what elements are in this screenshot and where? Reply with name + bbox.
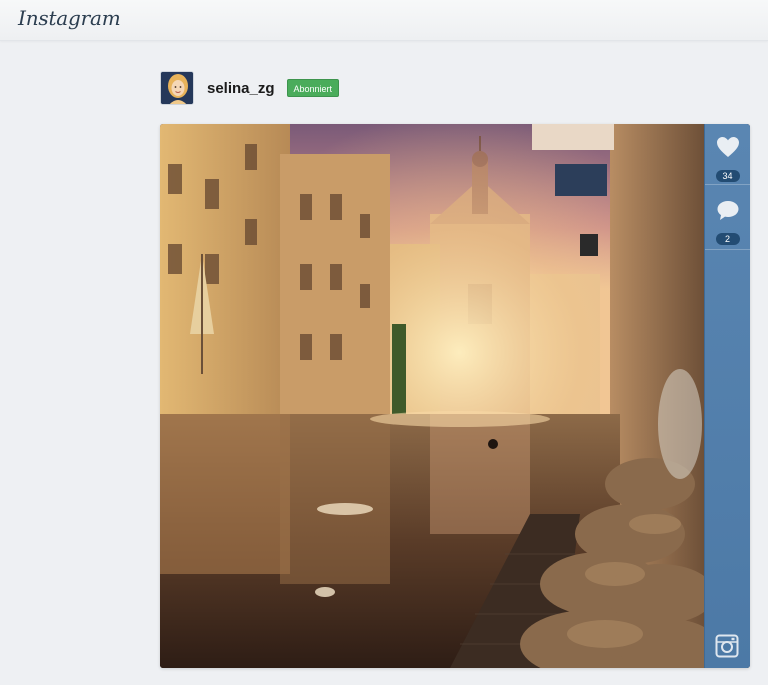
top-bar: Instagram xyxy=(0,0,768,41)
instagram-camera-icon[interactable] xyxy=(715,634,739,658)
heart-icon[interactable] xyxy=(716,136,740,158)
like-action[interactable]: 34 xyxy=(705,136,750,184)
instagram-logo[interactable]: Instagram xyxy=(18,6,121,30)
avatar[interactable] xyxy=(160,71,194,105)
divider xyxy=(705,184,750,185)
comment-count: 2 xyxy=(715,233,740,245)
profile-header: selina_zg Abonniert xyxy=(160,70,340,106)
divider xyxy=(705,249,750,250)
follow-status-button[interactable]: Abonniert xyxy=(286,79,340,97)
like-count: 34 xyxy=(715,170,740,182)
post-actions-sidebar: 34 2 xyxy=(704,124,750,668)
comment-icon[interactable] xyxy=(716,199,740,221)
comment-action[interactable]: 2 xyxy=(705,199,750,247)
post-photo[interactable] xyxy=(160,124,704,668)
photo-card: 34 2 xyxy=(160,124,750,668)
username[interactable]: selina_zg xyxy=(207,80,275,97)
